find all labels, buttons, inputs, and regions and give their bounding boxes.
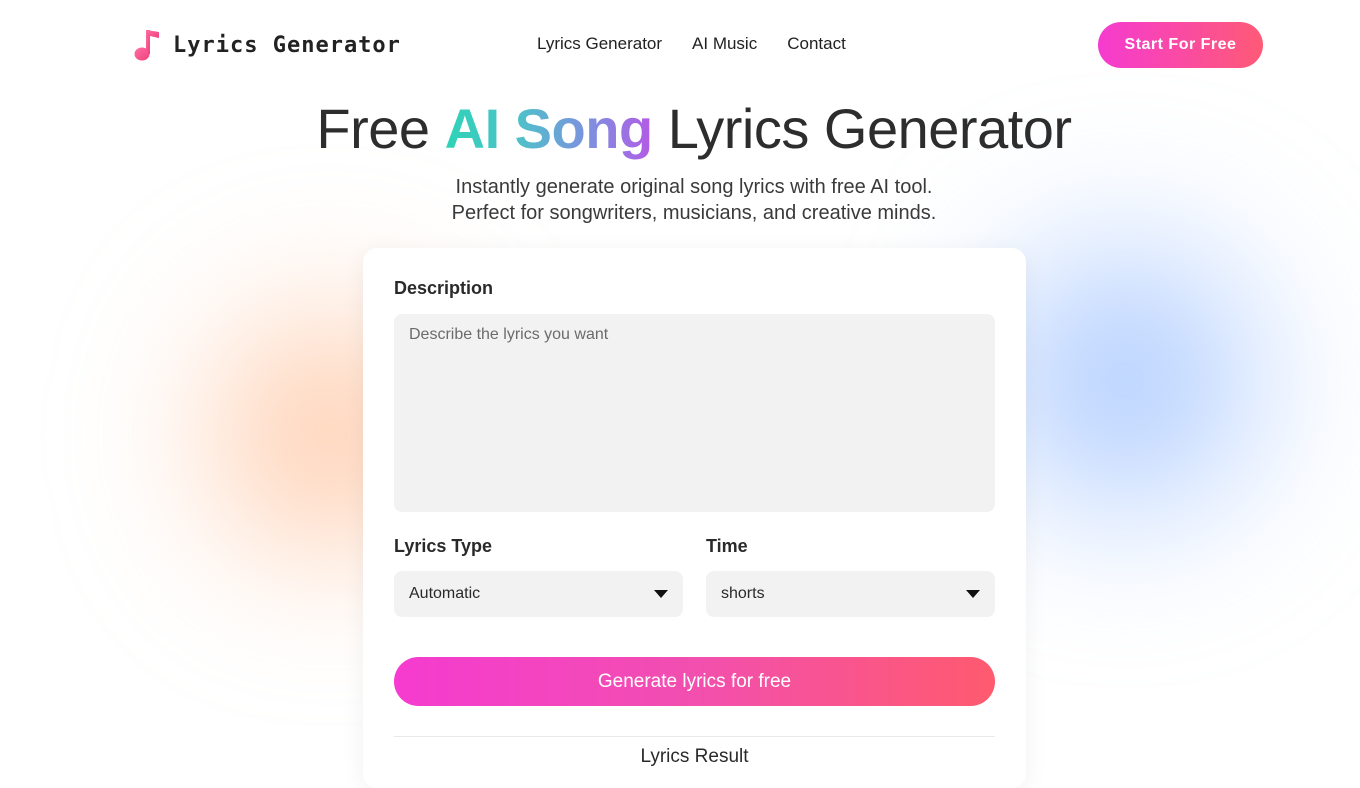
divider [394,736,995,737]
logo-text: Lyrics Generator [173,32,401,58]
start-for-free-button[interactable]: Start For Free [1098,22,1263,68]
title-prefix: Free [316,97,445,160]
page-subtitle: Instantly generate original song lyrics … [0,174,1360,226]
nav-item-contact[interactable]: Contact [787,34,846,54]
generate-lyrics-button[interactable]: Generate lyrics for free [394,657,995,706]
generator-card: Description Lyrics Type Automatic Time s… [363,248,1026,788]
subtitle-line-2: Perfect for songwriters, musicians, and … [451,202,937,224]
time-label: Time [706,536,748,556]
time-value: shorts [721,585,765,602]
page-title: Free AI Song Lyrics Generator [0,96,1360,161]
caret-down-icon [654,590,668,598]
description-input[interactable] [394,314,995,512]
lyrics-type-label: Lyrics Type [394,536,493,556]
music-note-icon [134,30,159,61]
description-label: Description [394,278,494,298]
lyrics-result-heading: Lyrics Result [640,746,749,767]
lyrics-type-select[interactable]: Automatic [394,571,683,617]
caret-down-icon [966,590,980,598]
nav-item-lyrics-generator[interactable]: Lyrics Generator [537,34,662,54]
lyrics-type-value: Automatic [409,585,481,602]
title-suffix: Lyrics Generator [652,97,1072,160]
nav-item-ai-music[interactable]: AI Music [692,34,757,54]
main-nav: Lyrics Generator AI Music Contact [537,34,846,54]
time-select[interactable]: shorts [706,571,995,617]
logo-link[interactable]: Lyrics Generator [133,28,401,62]
title-accent: AI Song [444,97,654,160]
subtitle-line-1: Instantly generate original song lyrics … [455,176,933,198]
